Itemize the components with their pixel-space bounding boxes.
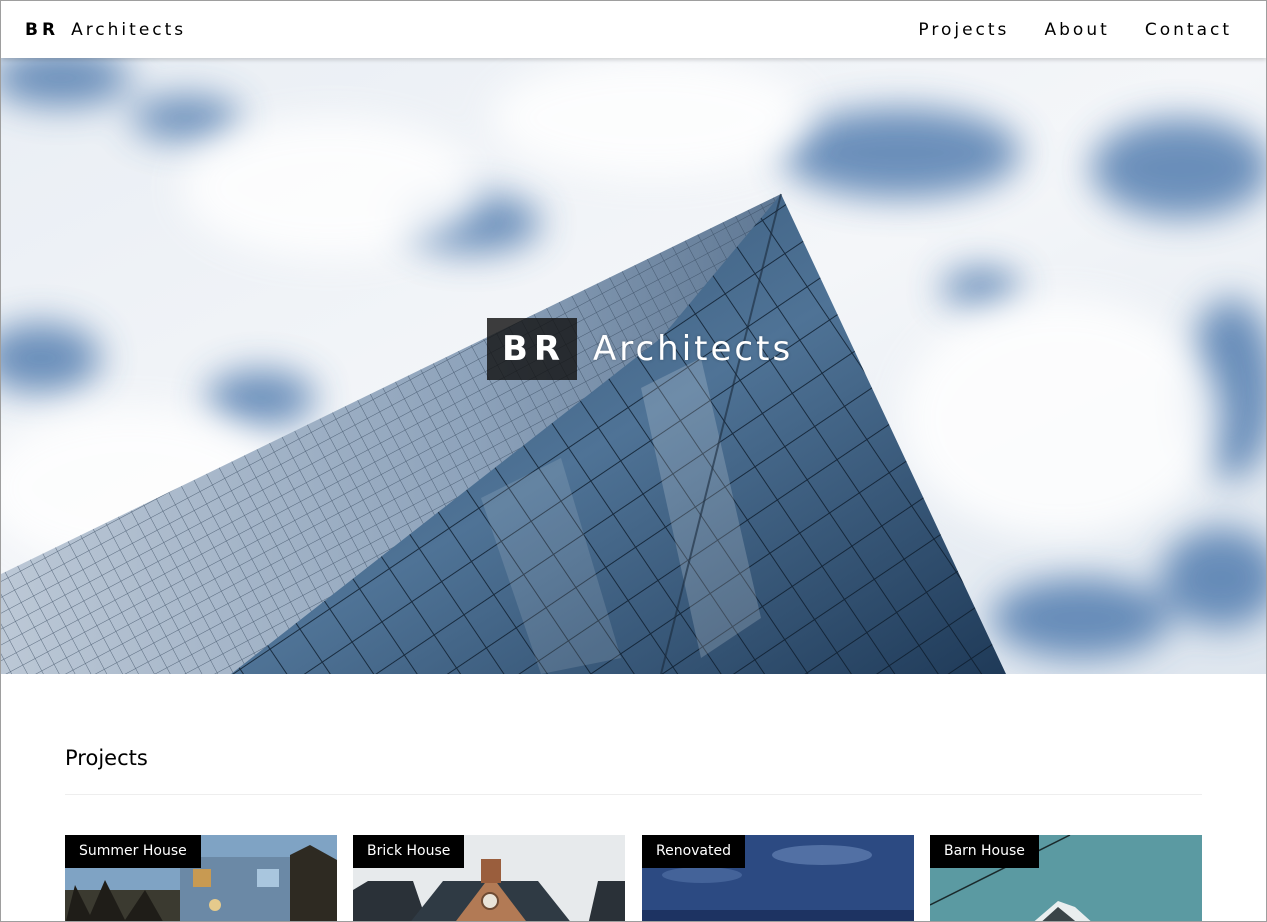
section-divider	[65, 794, 1202, 795]
brand-name: Architects	[71, 20, 187, 40]
section-title-projects: Projects	[65, 746, 148, 770]
project-card-label: Barn House	[930, 835, 1039, 868]
project-card-brick-house[interactable]: Brick House	[353, 835, 625, 921]
nav-links: Projects About Contact	[888, 20, 1232, 40]
brand-logo[interactable]: BR Architects	[25, 20, 186, 40]
hero-title: BR Architects	[487, 318, 793, 380]
top-navigation: BR Architects Projects About Contact	[1, 1, 1266, 58]
nav-link-contact[interactable]: Contact	[1145, 20, 1232, 40]
browser-viewport: BR Architects Projects About Contact BR …	[0, 0, 1267, 922]
hero-logo: BR	[487, 318, 577, 380]
nav-link-about[interactable]: About	[1045, 20, 1110, 40]
hero-name: Architects	[593, 329, 794, 369]
project-card-label: Summer House	[65, 835, 201, 868]
hero-banner: BR Architects	[1, 58, 1266, 674]
project-card-barn-house[interactable]: Barn House	[930, 835, 1202, 921]
project-card-label: Renovated	[642, 835, 746, 868]
project-card-renovated[interactable]: Renovated	[642, 835, 914, 921]
brand-initials: BR	[25, 20, 60, 40]
nav-link-projects[interactable]: Projects	[918, 20, 1009, 40]
project-card-summer-house[interactable]: Summer House	[65, 835, 337, 921]
project-card-label: Brick House	[353, 835, 465, 868]
